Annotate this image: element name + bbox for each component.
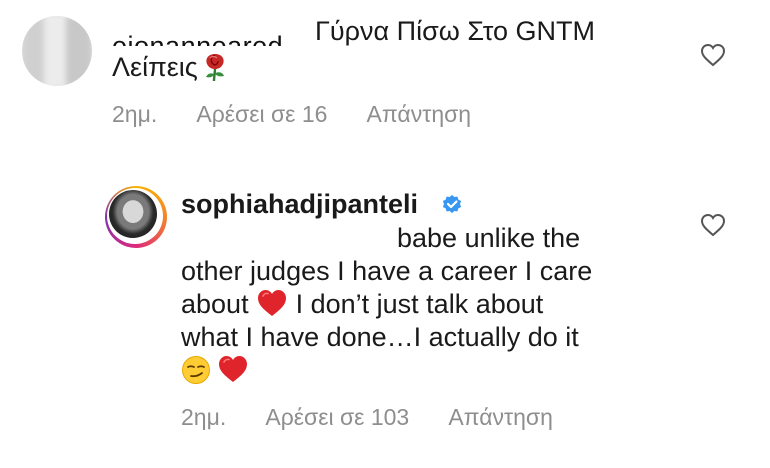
comment-text: about [181, 289, 249, 319]
comment-likes-count[interactable]: Αρέσει σε 103 [265, 404, 409, 430]
profile-photo [109, 190, 157, 238]
comment-text: other judges I have a career I care [181, 256, 593, 286]
comment-text: babe unlike the [397, 223, 581, 253]
blurred-avatar-image [22, 16, 92, 86]
red-heart-emoji [217, 354, 249, 391]
comment-text-line2: Λείπεις [112, 50, 228, 84]
comment-emojis [181, 354, 249, 392]
heart-outline-icon[interactable] [700, 213, 726, 242]
verified-badge-icon [441, 193, 463, 220]
heart-outline-icon[interactable] [700, 43, 726, 72]
comment-meta: 2ημ. Αρέσει σε 103 Απάντηση [181, 403, 587, 431]
comment-meta: 2ημ. Αρέσει σε 16 Απάντηση [112, 100, 505, 128]
comment-username[interactable]: eionanneared [112, 18, 314, 46]
comment-text: I don’t just talk about [295, 289, 544, 319]
comment-text: Λείπεις [112, 52, 198, 82]
reply-button[interactable]: Απάντηση [448, 404, 553, 430]
reply-button[interactable]: Απάντηση [367, 101, 472, 127]
avatar[interactable] [22, 16, 92, 86]
comment-text-line: about I don’t just talk about [181, 288, 543, 325]
avatar[interactable] [105, 186, 167, 248]
comment-time: 2ημ. [112, 101, 158, 127]
smirking-face-emoji [181, 355, 211, 392]
comment-text: Γύρνα Πίσω Στο GNTM [315, 16, 596, 46]
comment-time: 2ημ. [181, 404, 227, 430]
red-heart-emoji [256, 288, 288, 325]
rose-emoji [202, 52, 228, 82]
comment-username[interactable]: sophiahadjipanteli [181, 188, 418, 220]
comment-likes-count[interactable]: Αρέσει σε 16 [196, 101, 327, 127]
comment-text: what I have done…I actually do it [181, 322, 579, 352]
